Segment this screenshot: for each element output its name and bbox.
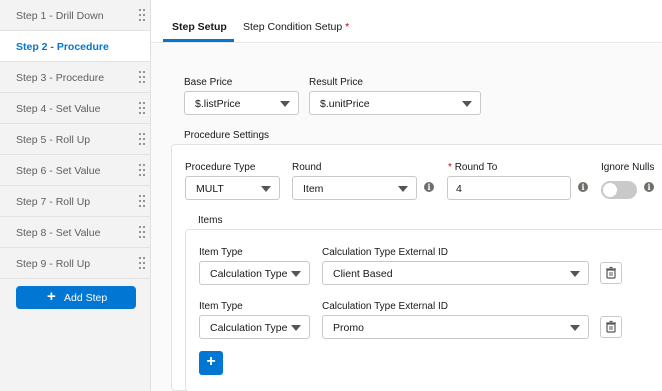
delete-item-button[interactable]	[600, 316, 622, 338]
chevron-down-icon	[570, 325, 580, 331]
trash-icon	[606, 320, 616, 333]
item-type-value: Calculation Type	[210, 268, 288, 280]
required-marker: *	[345, 21, 350, 33]
step-item[interactable]: Step 9 - Roll Up	[0, 248, 150, 279]
item-type-value: Calculation Type	[210, 322, 288, 334]
drag-handle-icon[interactable]	[139, 71, 145, 83]
tab-label: Step Condition Setup	[243, 21, 343, 33]
tab-step-setup[interactable]: Step Setup	[172, 21, 227, 33]
drag-handle-icon[interactable]	[139, 133, 145, 145]
add-step-label: Add Step	[64, 292, 108, 304]
procedure-type-value: MULT	[196, 183, 224, 195]
calc-type-external-id-label: Calculation Type External ID	[322, 247, 448, 258]
required-marker: *	[448, 162, 452, 173]
chevron-down-icon	[462, 101, 472, 107]
procedure-type-label: Procedure Type	[185, 162, 256, 173]
plus-icon: +	[47, 288, 56, 305]
base-price-label: Base Price	[184, 77, 233, 88]
step-item[interactable]: Step 8 - Set Value	[0, 217, 150, 248]
items-panel: Item Type Calculation Type Calculation T…	[185, 229, 662, 391]
chevron-down-icon	[291, 271, 301, 277]
toggle-knob	[603, 183, 617, 197]
result-price-select[interactable]: $.unitPrice	[309, 91, 481, 115]
step-label: Step 7 - Roll Up	[16, 196, 91, 208]
steps-sidebar: Step 1 - Drill Down Step 2 - Procedure S…	[0, 0, 151, 391]
item-type-label: Item Type	[199, 247, 243, 258]
step-item-active[interactable]: Step 2 - Procedure	[0, 31, 150, 62]
procedure-settings-heading: Procedure Settings	[184, 130, 270, 141]
ignore-nulls-toggle[interactable]	[601, 181, 637, 199]
tab-bar: Step Setup Step Condition Setup *	[151, 0, 662, 43]
procedure-settings-panel: Procedure Type MULT Round Item i * Round…	[171, 144, 662, 391]
step-item[interactable]: Step 5 - Roll Up	[0, 124, 150, 155]
step-label: Step 1 - Drill Down	[16, 10, 104, 22]
round-to-input[interactable]: 4	[447, 176, 571, 200]
drag-handle-icon[interactable]	[139, 102, 145, 114]
item-type-label: Item Type	[199, 301, 243, 312]
item-type-select[interactable]: Calculation Type	[199, 315, 310, 339]
step-item[interactable]: Step 6 - Set Value	[0, 155, 150, 186]
drag-handle-icon[interactable]	[139, 164, 145, 176]
items-heading: Items	[198, 215, 223, 226]
chevron-down-icon	[570, 271, 580, 277]
step-label: Step 4 - Set Value	[16, 103, 101, 115]
step-label: Step 9 - Roll Up	[16, 258, 91, 270]
ignore-nulls-label: Ignore Nulls	[601, 162, 655, 173]
calc-type-external-id-select[interactable]: Client Based	[322, 261, 589, 285]
round-to-text: Round To	[454, 162, 498, 173]
drag-handle-icon[interactable]	[139, 195, 145, 207]
round-select[interactable]: Item	[292, 176, 417, 200]
step-item[interactable]: Step 4 - Set Value	[0, 93, 150, 124]
info-icon[interactable]: i	[424, 182, 434, 192]
active-tab-indicator	[163, 39, 234, 42]
calc-type-external-id-label: Calculation Type External ID	[322, 301, 448, 312]
step-item[interactable]: Step 1 - Drill Down	[0, 0, 150, 31]
round-value: Item	[303, 183, 324, 195]
drag-handle-icon[interactable]	[139, 226, 145, 238]
round-label: Round	[292, 162, 322, 173]
base-price-select[interactable]: $.listPrice	[184, 91, 299, 115]
step-label: Step 2 - Procedure	[16, 41, 109, 53]
calc-type-external-id-select[interactable]: Promo	[322, 315, 589, 339]
result-price-label: Result Price	[309, 77, 363, 88]
result-price-value: $.unitPrice	[320, 98, 370, 110]
tab-step-condition-setup[interactable]: Step Condition Setup *	[243, 21, 349, 33]
calc-type-external-id-value: Promo	[333, 322, 364, 334]
step-label: Step 8 - Set Value	[16, 227, 101, 239]
step-label: Step 3 - Procedure	[16, 72, 105, 84]
calc-type-external-id-value: Client Based	[333, 268, 393, 280]
chevron-down-icon	[261, 186, 271, 192]
step-item[interactable]: Step 7 - Roll Up	[0, 186, 150, 217]
trash-icon	[606, 266, 616, 279]
base-price-value: $.listPrice	[195, 98, 241, 110]
item-type-select[interactable]: Calculation Type	[199, 261, 310, 285]
chevron-down-icon	[398, 186, 408, 192]
chevron-down-icon	[280, 101, 290, 107]
add-step-button[interactable]: + Add Step	[16, 286, 136, 309]
step-label: Step 6 - Set Value	[16, 165, 101, 177]
drag-handle-icon[interactable]	[139, 257, 145, 269]
step-item[interactable]: Step 3 - Procedure	[0, 62, 150, 93]
drag-handle-icon[interactable]	[139, 9, 145, 21]
step-setup-panel: Base Price $.listPrice Result Price $.un…	[151, 44, 662, 391]
delete-item-button[interactable]	[600, 262, 622, 284]
procedure-type-select[interactable]: MULT	[185, 176, 280, 200]
info-icon[interactable]: i	[578, 182, 588, 192]
round-to-value: 4	[456, 183, 462, 195]
chevron-down-icon	[291, 325, 301, 331]
round-to-label: * Round To	[448, 162, 497, 173]
add-item-button[interactable]: +	[199, 351, 223, 375]
step-label: Step 5 - Roll Up	[16, 134, 91, 146]
info-icon[interactable]: i	[644, 182, 654, 192]
